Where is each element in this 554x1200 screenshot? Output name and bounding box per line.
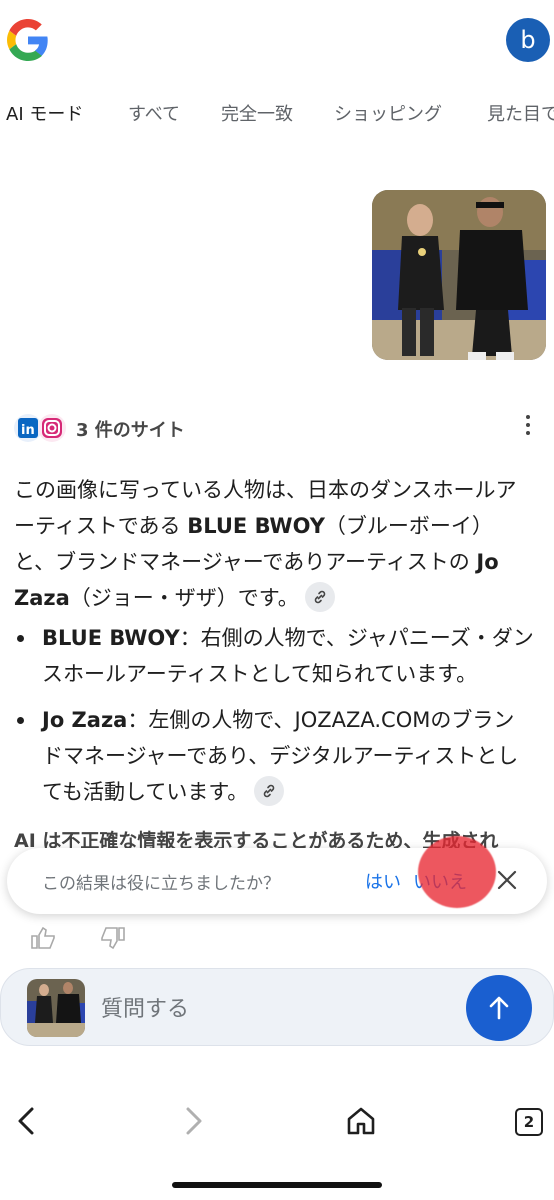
thumbs-down-icon[interactable] [98, 926, 126, 950]
account-avatar[interactable]: b [506, 18, 550, 62]
bullet-name: BLUE BWOY [42, 626, 180, 650]
source-link-icon[interactable] [254, 776, 285, 806]
more-options-icon[interactable] [518, 412, 538, 438]
answer-bullet-list: BLUE BWOY：右側の人物で、ジャパニーズ・ダンスホールアーティストとして知… [14, 620, 534, 820]
send-button[interactable] [466, 975, 532, 1041]
ask-followup-bar: 質問する [0, 968, 554, 1046]
thumbs-up-icon[interactable] [30, 926, 58, 950]
browser-bottom-bar: 2 [0, 1090, 554, 1200]
feedback-yes-button[interactable]: はい [365, 868, 401, 894]
search-mode-tabs: AI モード すべて 完全一致 ショッピング 見た目で [0, 96, 554, 132]
list-item: BLUE BWOY：右側の人物で、ジャパニーズ・ダンスホールアーティストとして知… [14, 620, 534, 692]
tab-all[interactable]: すべて [128, 100, 180, 126]
google-logo-icon[interactable] [7, 19, 49, 61]
answer-name-blue-bwoy: BLUE BWOY [187, 514, 325, 538]
sources-count-label[interactable]: 3 件のサイト [76, 416, 185, 442]
home-icon[interactable] [345, 1106, 377, 1136]
feedback-toast: この結果は役に立ちましたか？ はい いいえ [7, 848, 547, 914]
tab-shopping[interactable]: ショッピング [334, 100, 442, 126]
arrow-up-icon [489, 996, 509, 1020]
feedback-question: この結果は役に立ちましたか？ [42, 874, 280, 894]
tab-visual[interactable]: 見た目で [487, 100, 554, 126]
bullet-name: Jo Zaza [42, 708, 128, 732]
attached-image-thumbnail[interactable] [27, 979, 85, 1037]
home-indicator [172, 1182, 382, 1188]
source-link-icon[interactable] [304, 582, 335, 612]
source-icons[interactable]: in [14, 413, 70, 443]
list-item: Jo Zaza：左側の人物で、JOZAZA.COMのブランドマネージャーであり、… [14, 702, 534, 810]
ai-answer-paragraph: この画像に写っている人物は、日本のダンスホールアーティストである BLUE BW… [14, 472, 534, 616]
svg-text:in: in [21, 423, 35, 438]
ask-input[interactable]: 質問する [101, 991, 189, 1023]
close-icon[interactable] [493, 866, 521, 894]
feedback-no-button[interactable]: いいえ [413, 868, 467, 894]
tab-ai-mode[interactable]: AI モード [6, 100, 83, 126]
tab-exact-match[interactable]: 完全一致 [221, 100, 293, 126]
answer-text: （ジョー・ザザ）です。 [69, 586, 299, 610]
uploaded-photo[interactable] [372, 190, 546, 360]
tab-switcher-button[interactable]: 2 [515, 1108, 543, 1136]
forward-icon[interactable] [182, 1106, 206, 1136]
back-icon[interactable] [14, 1106, 38, 1136]
